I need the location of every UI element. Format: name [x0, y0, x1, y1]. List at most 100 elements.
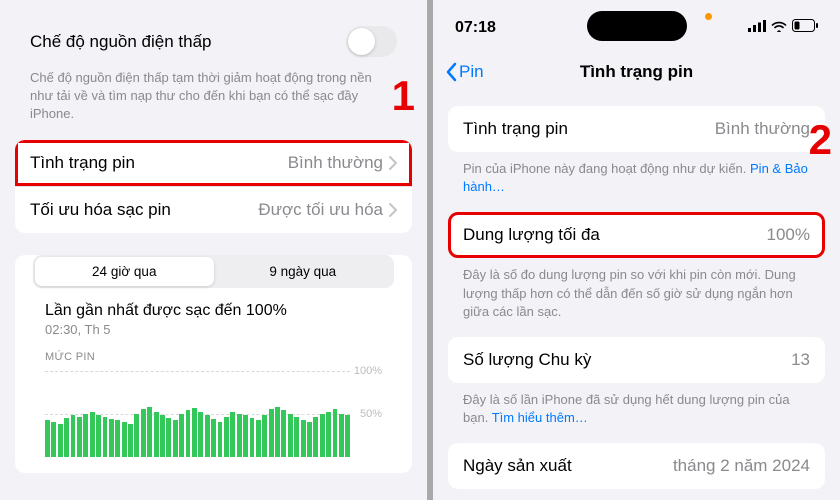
chart-caption: MỨC PIN	[45, 351, 382, 363]
chart-bar	[179, 414, 184, 457]
chart-bar	[205, 415, 210, 456]
optimize-value: Được tối ưu hóa	[258, 200, 383, 220]
max-capacity-value: 100%	[767, 225, 810, 245]
annotation-1: 1	[392, 72, 415, 120]
chart-bar	[160, 415, 165, 456]
chart-bar	[64, 418, 69, 457]
chart-bar	[192, 408, 197, 456]
chart-bar	[320, 414, 325, 457]
battery-chart: Lần gần nhất được sạc đến 100% 02:30, Th…	[15, 302, 412, 457]
chart-bar	[147, 407, 152, 457]
chart-bar	[307, 422, 312, 456]
chart-bar	[339, 414, 344, 457]
grid-label-50: 50%	[360, 408, 382, 420]
chart-bar	[173, 420, 178, 456]
chart-bar	[288, 414, 293, 457]
chart-bar	[90, 412, 95, 457]
dynamic-island	[587, 11, 687, 41]
nav-bar: Pin Tình trạng pin	[433, 50, 840, 94]
battery-condition-value: Bình thường	[288, 153, 383, 173]
chart-bar	[77, 417, 82, 457]
recording-indicator-icon	[705, 13, 712, 20]
condition-group: Tình trạng pin Bình thường	[448, 106, 825, 152]
chart-bar	[115, 420, 120, 456]
chart-bar	[154, 412, 159, 457]
low-power-mode-row[interactable]: Chế độ nguồn điện thấp	[0, 0, 427, 69]
cycle-label: Số lượng Chu kỳ	[463, 350, 591, 370]
battery-condition-row[interactable]: Tình trạng pin Bình thường	[15, 140, 412, 186]
battery-health-screen: 07:18 Pin Tình trạng pin 2 Tình trạng pi…	[433, 0, 840, 500]
chart-bar	[275, 407, 280, 457]
battery-condition-label: Tình trạng pin	[30, 153, 135, 173]
chart-bar	[230, 412, 235, 457]
chart-bar	[96, 415, 101, 456]
chart-bar	[128, 424, 133, 457]
condition-value: Bình thường	[715, 119, 810, 139]
chart-bar	[134, 414, 139, 457]
chevron-right-icon	[389, 203, 397, 217]
chart-bar	[333, 409, 338, 456]
chart-bar	[237, 414, 242, 457]
chart-bar	[256, 420, 261, 456]
back-label: Pin	[459, 62, 484, 82]
time-range-segmented[interactable]: 24 giờ qua 9 ngày qua	[33, 255, 394, 288]
grid-label-100: 100%	[354, 365, 382, 377]
chart-bar	[326, 412, 331, 457]
segment-24h[interactable]: 24 giờ qua	[35, 257, 214, 286]
mfg-value: tháng 2 năm 2024	[673, 456, 810, 476]
optimize-charging-row[interactable]: Tối ưu hóa sạc pin Được tối ưu hóa	[15, 186, 412, 233]
battery-settings-screen: Chế độ nguồn điện thấp Chế độ nguồn điện…	[0, 0, 427, 500]
low-power-description: Chế độ nguồn điện thấp tạm thời giảm hoạ…	[0, 69, 427, 140]
cellular-icon	[748, 19, 766, 37]
chart-bar	[269, 409, 274, 456]
chart-bar	[58, 424, 63, 457]
low-power-switch[interactable]	[346, 26, 397, 57]
segment-9d[interactable]: 9 ngày qua	[214, 257, 393, 286]
chart-bar	[301, 420, 306, 456]
chart-bar	[122, 422, 127, 456]
chart-bar	[83, 414, 88, 457]
chart-bar	[281, 410, 286, 456]
chart-bar	[186, 410, 191, 456]
chart-bar	[250, 418, 255, 457]
max-capacity-footer: Đây là số đo dung lượng pin so với khi p…	[433, 258, 840, 337]
low-power-label: Chế độ nguồn điện thấp	[30, 32, 212, 52]
chart-bar	[224, 417, 229, 457]
chart-area: 100% 50%	[45, 371, 382, 457]
chart-bar	[345, 415, 350, 456]
status-time: 07:18	[455, 19, 496, 37]
max-capacity-label: Dung lượng tối đa	[463, 225, 600, 245]
condition-row: Tình trạng pin Bình thường	[448, 106, 825, 152]
back-button[interactable]: Pin	[445, 62, 484, 82]
max-capacity-group: Dung lượng tối đa 100%	[448, 212, 825, 258]
chart-bar	[211, 419, 216, 457]
cycle-row: Số lượng Chu kỳ 13	[448, 337, 825, 383]
chart-bar	[313, 417, 318, 457]
annotation-2: 2	[809, 116, 832, 164]
battery-icon	[792, 19, 818, 37]
chart-bar	[71, 415, 76, 456]
last-charged-time: 02:30, Th 5	[45, 322, 382, 337]
mfg-row: Ngày sản xuất tháng 2 năm 2024	[448, 443, 825, 489]
battery-info-group: Tình trạng pin Bình thường Tối ưu hóa sạ…	[15, 140, 412, 233]
chart-bars	[45, 371, 350, 457]
condition-label: Tình trạng pin	[463, 119, 568, 139]
last-charged-title: Lần gần nhất được sạc đến 100%	[45, 302, 382, 320]
chart-bar	[262, 415, 267, 456]
chart-bar	[218, 422, 223, 456]
cycle-footer: Đây là số lần iPhone đã sử dụng hết dung…	[433, 383, 840, 443]
mfg-label: Ngày sản xuất	[463, 456, 572, 476]
condition-footer: Pin của iPhone này đang hoạt động như dự…	[433, 152, 840, 212]
chart-bar	[109, 419, 114, 457]
learn-more-link[interactable]: Tìm hiểu thêm…	[492, 410, 588, 425]
mfg-group: Ngày sản xuất tháng 2 năm 2024	[448, 443, 825, 489]
nav-title: Tình trạng pin	[580, 62, 693, 82]
chart-bar	[243, 415, 248, 456]
chart-bar	[103, 417, 108, 457]
chart-bar	[294, 417, 299, 457]
wifi-icon	[771, 19, 787, 37]
chart-bar	[51, 422, 56, 456]
max-capacity-row: Dung lượng tối đa 100%	[448, 212, 825, 258]
chart-bar	[198, 412, 203, 457]
cycle-group: Số lượng Chu kỳ 13	[448, 337, 825, 383]
